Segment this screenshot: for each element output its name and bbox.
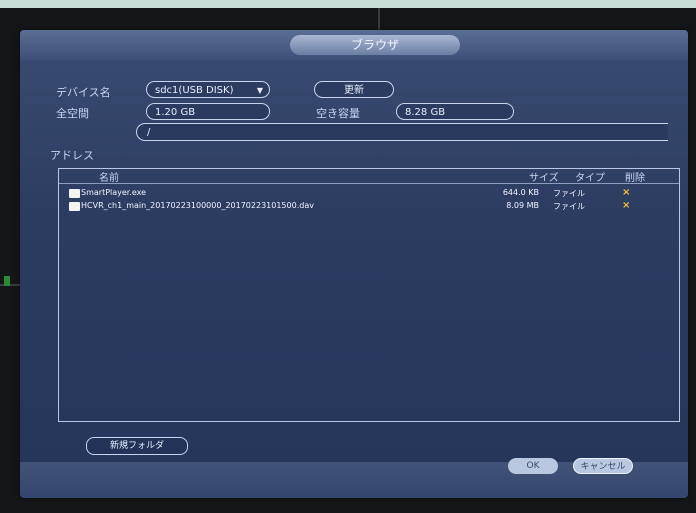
address-label: アドレス xyxy=(50,149,94,162)
file-list[interactable]: 名前 サイズ タイプ 削除 SmartPlayer.exe 644.0 KB フ… xyxy=(58,168,680,422)
header-divider xyxy=(59,183,679,184)
file-row[interactable]: HCVR_ch1_main_20170223100000_20170223101… xyxy=(59,200,679,213)
column-header-delete: 削除 xyxy=(625,173,645,184)
delete-x-icon[interactable]: × xyxy=(622,187,630,198)
new-folder-button[interactable]: 新規フォルダ xyxy=(86,437,188,455)
dialog-title: ブラウザ xyxy=(290,35,460,55)
status-indicator xyxy=(4,276,10,286)
file-icon xyxy=(69,189,80,198)
browser-dialog: ブラウザ デバイス名 sdc1(USB DISK) ▼ 更新 全空間 1.20 … xyxy=(20,30,688,498)
column-header-name[interactable]: 名前 xyxy=(99,169,119,184)
caret-down-icon: ▼ xyxy=(256,86,263,95)
file-size: 644.0 KB xyxy=(502,188,539,197)
monitor-frame: ブラウザ デバイス名 sdc1(USB DISK) ▼ 更新 全空間 1.20 … xyxy=(0,8,696,513)
refresh-button[interactable]: 更新 xyxy=(314,81,394,98)
file-row[interactable]: SmartPlayer.exe 644.0 KB ファイル × xyxy=(59,187,679,200)
total-space-value: 1.20 GB xyxy=(146,103,270,120)
device-select-value: sdc1(USB DISK) xyxy=(155,85,234,96)
address-input[interactable]: / xyxy=(136,123,668,141)
dialog-titlebar: ブラウザ xyxy=(20,30,688,60)
free-space-label: 空き容量 xyxy=(316,107,360,120)
total-space-label: 全空間 xyxy=(56,107,89,120)
ok-button[interactable]: OK xyxy=(508,458,558,474)
cancel-button[interactable]: キャンセル xyxy=(573,458,633,474)
device-label: デバイス名 xyxy=(56,86,111,99)
free-space-value: 8.28 GB xyxy=(396,103,514,120)
file-icon xyxy=(69,202,80,211)
delete-x-icon[interactable]: × xyxy=(622,200,630,211)
file-size: 8.09 MB xyxy=(506,201,539,210)
file-type: ファイル xyxy=(553,202,585,211)
device-select[interactable]: sdc1(USB DISK) ▼ xyxy=(146,81,270,98)
column-header-size[interactable]: サイズ xyxy=(529,169,559,184)
column-header-type[interactable]: タイプ xyxy=(575,169,605,184)
file-name: HCVR_ch1_main_20170223100000_20170223101… xyxy=(81,201,314,210)
file-name: SmartPlayer.exe xyxy=(81,188,147,197)
file-type: ファイル xyxy=(553,189,585,198)
